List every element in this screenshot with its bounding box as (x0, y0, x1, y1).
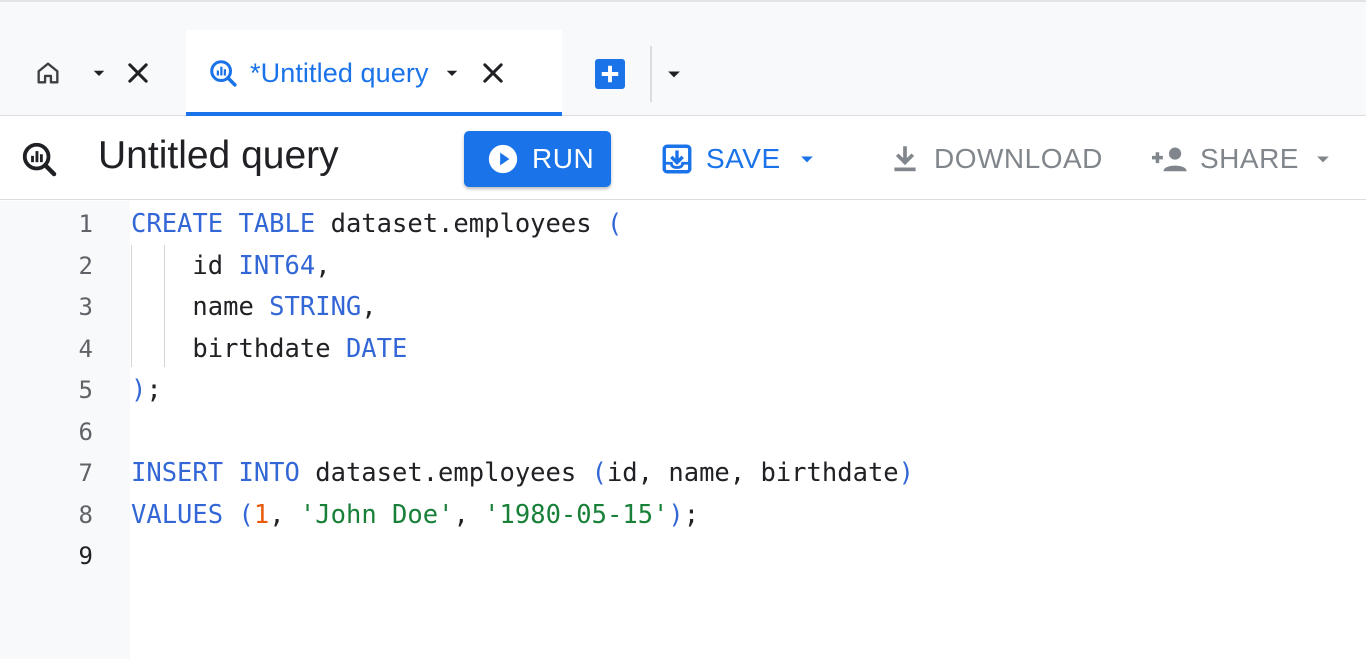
close-icon[interactable] (124, 59, 152, 87)
tab-label[interactable]: *Untitled query (250, 58, 429, 89)
code-token: ( (591, 458, 607, 488)
code-token: dataset.employees (299, 458, 592, 488)
page-title: Untitled query (98, 134, 339, 177)
line-number: 7 (78, 459, 93, 487)
tab-bar: *Untitled query (0, 0, 1366, 116)
line-number: 8 (78, 500, 93, 529)
save-button[interactable]: SAVE (660, 131, 817, 187)
query-toolbar: Untitled query RUN SAVE DOWNLOAD SHARE (0, 116, 1366, 200)
code-token: VALUES (131, 499, 224, 530)
tab-untitled-query[interactable]: *Untitled query (186, 30, 562, 116)
code-line[interactable]: name STRING, (131, 286, 377, 328)
chevron-down-icon[interactable] (662, 62, 686, 86)
chevron-down-icon[interactable] (797, 149, 817, 169)
code-token: dataset.employees (315, 209, 607, 239)
run-button[interactable]: RUN (464, 131, 611, 187)
code-token: name (131, 292, 270, 322)
line-number: 1 (78, 210, 93, 238)
add-box-icon[interactable] (592, 56, 628, 92)
code-token: '1980-05-15' (484, 499, 669, 530)
download-button[interactable]: DOWNLOAD (888, 131, 1103, 187)
save-icon (660, 142, 694, 176)
code-token: 'John Doe' (299, 499, 454, 530)
chevron-down-icon[interactable] (443, 64, 461, 82)
line-number-gutter: 1 2 3 4 5 6 7 8 9 (0, 201, 130, 659)
code-token: DATE (345, 333, 408, 364)
code-token: INT64 (238, 250, 316, 281)
code-token: ) (131, 375, 147, 405)
line-number: 6 (78, 417, 93, 446)
code-line[interactable]: INSERT INTO dataset.employees (id, name,… (131, 452, 914, 494)
download-label: DOWNLOAD (934, 143, 1103, 174)
play-circle-icon (486, 142, 520, 176)
chevron-down-icon[interactable] (90, 64, 108, 82)
tab-home[interactable] (0, 30, 182, 116)
person-add-icon (1152, 142, 1190, 176)
code-token: , (315, 250, 331, 281)
code-line[interactable]: id INT64, (131, 245, 331, 287)
code-token: id (131, 250, 239, 281)
share-button[interactable]: SHARE (1152, 131, 1333, 187)
save-label: SAVE (706, 143, 781, 174)
code-token: , (269, 499, 300, 530)
query-icon (20, 140, 58, 178)
run-label: RUN (532, 143, 595, 174)
line-number: 2 (78, 251, 93, 280)
chevron-down-icon[interactable] (1313, 149, 1333, 169)
code-token: STRING (269, 292, 362, 322)
code-line[interactable]: CREATE TABLE dataset.employees ( (131, 203, 622, 245)
code-line[interactable]: VALUES (1, 'John Doe', '1980-05-15'); (131, 494, 699, 536)
code-token: ( (238, 499, 254, 530)
sql-editor[interactable]: 1 2 3 4 5 6 7 8 9 CREATE TABLE dataset.employees… (0, 201, 1366, 659)
code-token: ; (683, 499, 700, 530)
code-token: ; (146, 375, 162, 405)
line-number: 9 (78, 542, 93, 570)
code-token: ) (668, 499, 684, 530)
code-token: 1 (253, 499, 270, 530)
close-icon[interactable] (479, 59, 507, 87)
code-token: , (453, 499, 485, 530)
code-token: birthdate (131, 333, 346, 364)
code-token: ( (606, 209, 623, 239)
tab-divider (650, 46, 652, 102)
code-token: CREATE TABLE (131, 209, 316, 239)
line-number: 3 (78, 293, 93, 321)
code-token: ) (898, 458, 915, 488)
query-icon (208, 58, 238, 88)
download-icon (888, 142, 922, 176)
home-icon[interactable] (34, 59, 62, 87)
code-token: INSERT INTO (131, 458, 300, 488)
code-line[interactable]: ); (131, 369, 162, 411)
share-label: SHARE (1200, 143, 1299, 174)
code-token: id, name, birthdate (606, 458, 899, 488)
line-number: 4 (78, 334, 93, 363)
code-token: , (361, 292, 377, 322)
code-line[interactable]: birthdate DATE (131, 328, 407, 370)
line-number: 5 (78, 376, 93, 404)
